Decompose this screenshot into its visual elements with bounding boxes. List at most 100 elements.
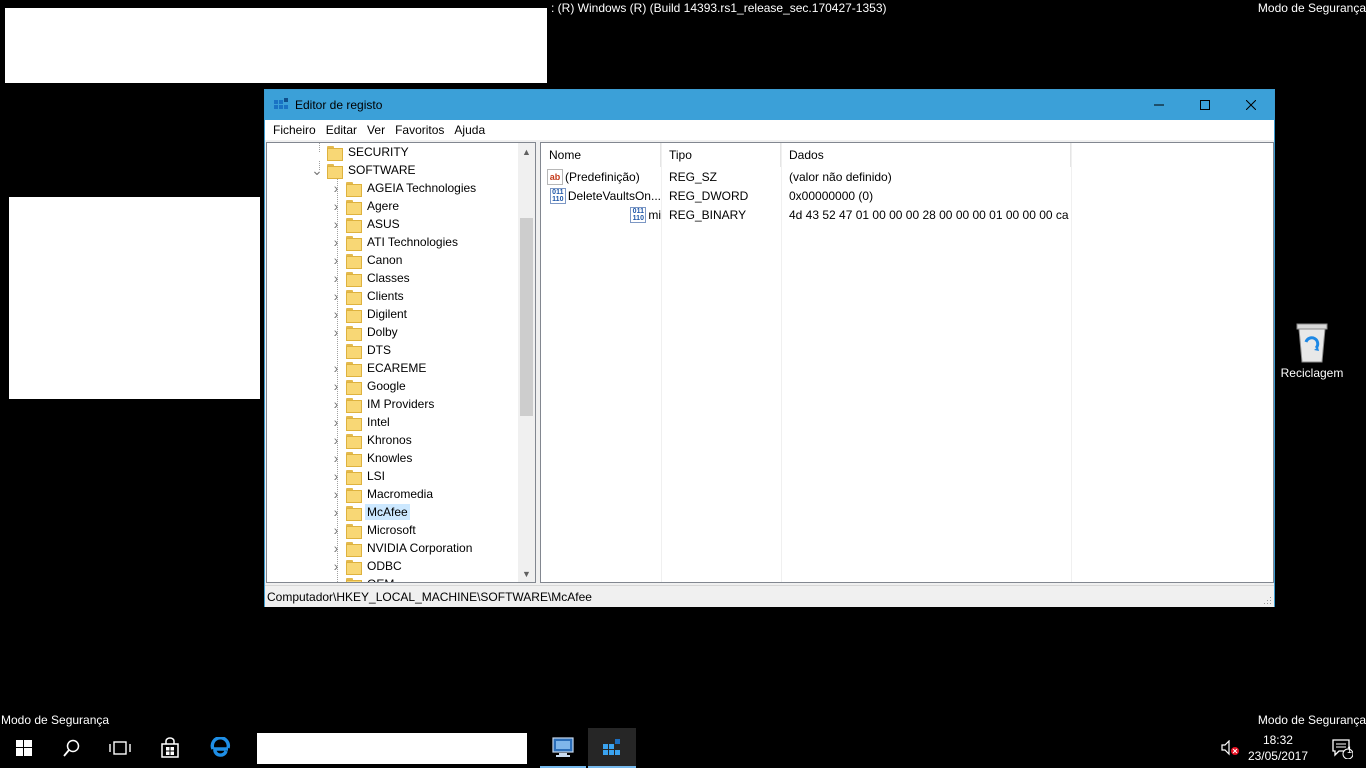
tree-node[interactable]: › LSI — [330, 467, 387, 485]
binary-value-icon: 011 110 — [549, 187, 566, 204]
expand-chevron-icon[interactable]: › — [330, 575, 342, 582]
folder-icon — [346, 451, 362, 467]
taskbar: 18:32 23/05/2017 1 — [0, 728, 1366, 768]
expand-chevron-icon[interactable]: › — [330, 485, 342, 503]
tree-node[interactable]: ⌄ SOFTWARE — [311, 161, 418, 179]
edge-taskbar-button[interactable] — [196, 728, 244, 768]
expand-chevron-icon[interactable]: › — [330, 377, 342, 395]
close-button[interactable] — [1228, 90, 1274, 120]
tree-node[interactable]: › McAfee — [330, 503, 410, 521]
action-center-button[interactable]: 1 — [1318, 728, 1366, 768]
menu-ajuda[interactable]: Ajuda — [449, 123, 490, 137]
expand-chevron-icon[interactable]: › — [330, 467, 342, 485]
expand-chevron-icon[interactable]: › — [330, 449, 342, 467]
value-row[interactable]: ab (Predefinição) REG_SZ (valor não defin… — [541, 167, 1071, 186]
menu-ficheiro[interactable]: Ficheiro — [268, 123, 321, 137]
tree-node[interactable]: › Classes — [330, 269, 412, 287]
title-bar[interactable]: Editor de registo — [265, 90, 1274, 120]
regedit-app-icon — [273, 97, 289, 113]
tree-node[interactable]: › Dolby — [330, 323, 400, 341]
expand-chevron-icon[interactable]: › — [330, 197, 342, 215]
folder-icon — [346, 235, 362, 251]
windows-start-icon — [16, 740, 32, 756]
expand-chevron-icon[interactable]: › — [330, 233, 342, 251]
key-tree-pane[interactable]: SECURITY ⌄ SOFTWARE › AGEIA Technologies › Age… — [266, 142, 536, 583]
expand-chevron-icon[interactable]: › — [330, 431, 342, 449]
minimize-button[interactable] — [1136, 90, 1182, 120]
expand-chevron-icon[interactable]: › — [330, 287, 342, 305]
scroll-down-icon[interactable]: ▼ — [518, 565, 535, 582]
tree-node[interactable]: › Google — [330, 377, 408, 395]
redacted-area — [5, 8, 547, 83]
search-button[interactable] — [48, 728, 96, 768]
store-taskbar-button[interactable] — [146, 728, 194, 768]
value-row[interactable]: 011 110 mi REG_BINARY 4d 43 52 47 01 00 00… — [541, 205, 1071, 224]
column-header-data[interactable]: Dados — [781, 143, 1071, 167]
collapse-chevron-icon[interactable]: ⌄ — [311, 161, 323, 179]
folder-icon — [346, 505, 362, 521]
expand-chevron-icon[interactable]: › — [330, 539, 342, 557]
expand-chevron-icon[interactable]: › — [330, 557, 342, 575]
tree-node[interactable]: › ECAREME — [330, 359, 428, 377]
value-name: (Predefinição) — [565, 169, 640, 184]
menu-editar[interactable]: Editar — [321, 123, 362, 137]
tree-node[interactable]: › IM Providers — [330, 395, 436, 413]
folder-icon — [346, 433, 362, 449]
value-row[interactable]: 011 110 DeleteVaultsOn... REG_DWORD 0x0000… — [541, 186, 1071, 205]
resize-grip-icon[interactable] — [1262, 595, 1272, 605]
scrollbar-thumb[interactable] — [520, 218, 533, 416]
tree-node[interactable]: › Clients — [330, 287, 406, 305]
tree-node-label: ECAREME — [367, 361, 427, 375]
tree-scrollbar[interactable]: ▲ ▼ — [518, 143, 535, 582]
maximize-button[interactable] — [1182, 90, 1228, 120]
expand-chevron-icon[interactable]: › — [330, 503, 342, 521]
recycle-bin-shortcut[interactable]: Reciclagem — [1278, 320, 1346, 380]
value-type: REG_BINARY — [669, 207, 747, 222]
tree-node[interactable]: › Intel — [330, 413, 392, 431]
tree-node-label: Clients — [367, 289, 404, 303]
expand-chevron-icon[interactable]: › — [330, 323, 342, 341]
expand-chevron-icon[interactable]: › — [330, 269, 342, 287]
menu-favoritos[interactable]: Favoritos — [390, 123, 449, 137]
recycle-bin-label: Reciclagem — [1280, 366, 1344, 380]
values-list-pane[interactable]: Nome Tipo Dados ab (Predefinição) REG_SZ … — [540, 142, 1274, 583]
tree-node[interactable]: › ODBC — [330, 557, 404, 575]
task-view-button[interactable] — [96, 728, 144, 768]
expand-chevron-icon[interactable]: › — [330, 251, 342, 269]
tree-node[interactable]: › ASUS — [330, 215, 402, 233]
volume-button[interactable] — [1216, 728, 1244, 768]
expand-chevron-icon[interactable]: › — [330, 359, 342, 377]
folder-icon — [346, 253, 362, 269]
folder-icon — [346, 487, 362, 503]
tree-node[interactable]: SECURITY — [311, 143, 411, 161]
column-header-name[interactable]: Nome — [541, 143, 661, 167]
expand-chevron-icon[interactable]: › — [330, 305, 342, 323]
expand-chevron-icon[interactable]: › — [330, 413, 342, 431]
remote-desktop-taskbar-button[interactable] — [540, 728, 586, 768]
tree-node[interactable]: › Digilent — [330, 305, 409, 323]
expand-chevron-icon[interactable]: › — [330, 521, 342, 539]
tree-node[interactable]: › Macromedia — [330, 485, 435, 503]
tree-node[interactable]: › Microsoft — [330, 521, 418, 539]
tree-node[interactable]: › Canon — [330, 251, 404, 269]
expand-chevron-icon[interactable]: › — [330, 395, 342, 413]
tree-node[interactable]: › Agere — [330, 197, 401, 215]
tree-node-label: SECURITY — [348, 145, 409, 159]
expand-chevron-icon[interactable]: › — [330, 215, 342, 233]
tree-node[interactable]: › AGEIA Technologies — [330, 179, 478, 197]
tree-node[interactable]: DTS — [330, 341, 393, 359]
expand-chevron-icon[interactable]: › — [330, 179, 342, 197]
regedit-taskbar-button[interactable] — [588, 728, 636, 768]
scroll-up-icon[interactable]: ▲ — [518, 143, 535, 160]
column-header-type[interactable]: Tipo — [661, 143, 781, 167]
tree-node[interactable]: › NVIDIA Corporation — [330, 539, 474, 557]
tree-node[interactable]: › OEM — [330, 575, 396, 582]
tree-node[interactable]: › ATI Technologies — [330, 233, 460, 251]
tree-node[interactable]: › Knowles — [330, 449, 414, 467]
system-clock[interactable]: 18:32 23/05/2017 — [1248, 732, 1308, 764]
menu-ver[interactable]: Ver — [362, 123, 390, 137]
folder-icon — [346, 379, 362, 395]
start-button[interactable] — [0, 728, 48, 768]
minimize-icon — [1154, 104, 1164, 106]
tree-node[interactable]: › Khronos — [330, 431, 414, 449]
